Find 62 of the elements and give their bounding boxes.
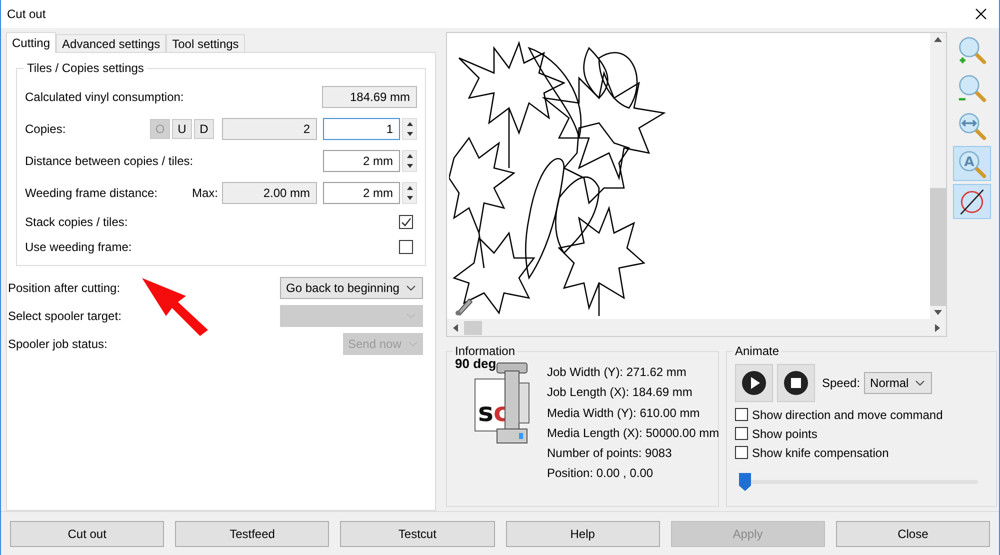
caret-icon — [406, 285, 416, 291]
tab[interactable]: Cutting — [6, 32, 56, 53]
group-title: Information — [453, 344, 518, 358]
preview-canvas[interactable] — [446, 32, 947, 337]
checkbox[interactable] — [735, 446, 748, 459]
readonly-field: 2.00 mm — [222, 182, 317, 204]
spin-buttons[interactable] — [402, 118, 417, 140]
stop-button[interactable] — [777, 364, 815, 402]
option-label: Use weeding frame: — [25, 240, 133, 254]
spin-buttons[interactable] — [402, 182, 417, 204]
crossed-circle-button[interactable] — [953, 184, 991, 219]
info-text: Position: 0.00 , 0.00 — [547, 465, 654, 482]
group-title: Tiles / Copies settings — [24, 61, 147, 75]
dialog-button[interactable]: Testcut — [340, 520, 495, 546]
caret-icon — [915, 380, 926, 386]
readonly-field: 2 — [222, 118, 317, 140]
spin-buttons[interactable] — [402, 150, 417, 172]
info-text: Media Length (X): 50000.00 mm — [547, 424, 720, 442]
speed-label: Speed: — [822, 376, 860, 390]
checkbox-label: Show points — [752, 426, 818, 440]
dialog-button[interactable]: Testfeed — [175, 520, 330, 546]
checkbox-label: Show direction and move command — [752, 408, 943, 422]
horizontal-scrollbar[interactable] — [447, 319, 946, 336]
angle-label: 90 deg — [455, 356, 498, 371]
close-icon[interactable] — [975, 8, 987, 20]
checkbox[interactable] — [735, 427, 748, 440]
field-label: Calculated vinyl consumption: — [25, 90, 185, 104]
field-label: Copies: — [25, 122, 67, 136]
window-title: Cut out — [7, 7, 46, 21]
copies-input[interactable]: 1 — [323, 118, 400, 140]
dialog-button[interactable]: Close — [836, 520, 990, 546]
info-text: Job Length (X): 184.69 mm — [547, 384, 694, 402]
checkbox[interactable] — [399, 240, 413, 254]
readonly-field: 184.69 mm — [322, 86, 417, 108]
info-text: Job Width (Y): 271.62 mm — [547, 364, 688, 381]
tab[interactable]: Tool settings — [166, 34, 245, 52]
checkbox[interactable] — [399, 214, 413, 228]
speed-dropdown[interactable]: Normal — [864, 372, 932, 394]
copy-mode-button[interactable]: U — [172, 119, 192, 139]
dialog-button[interactable]: Help — [506, 520, 660, 546]
play-button[interactable] — [735, 364, 773, 402]
info-text: Media Width (Y): 610.00 mm — [547, 404, 701, 422]
distance-input[interactable]: 2 mm — [323, 150, 400, 172]
option-label: Stack copies / tiles: — [25, 214, 129, 228]
field-label: Weeding frame distance: — [25, 186, 159, 200]
tab[interactable]: Advanced settings — [56, 34, 166, 52]
field-label: Spooler job status: — [8, 337, 108, 351]
vertical-scrollbar[interactable] — [930, 33, 946, 319]
speed-slider[interactable] — [739, 472, 978, 492]
weeding-distance-input[interactable]: 2 mm — [323, 182, 400, 204]
field-label: Select spooler target: — [8, 309, 122, 323]
checkbox-label: Show knife compensation — [752, 446, 889, 460]
copy-mode-button[interactable]: D — [194, 119, 214, 139]
dropdown[interactable]: Go back to beginning — [280, 277, 423, 299]
info-text: Number of points: 9083 — [547, 445, 673, 462]
field-label: Distance between copies / tiles: — [25, 154, 194, 168]
field-label: Position after cutting: — [8, 281, 122, 295]
dialog-button[interactable]: Cut out — [10, 520, 164, 546]
slider-thumb[interactable] — [739, 473, 751, 491]
max-label: Max: — [192, 186, 218, 200]
checkbox[interactable] — [735, 408, 748, 421]
group-title: Animate — [733, 344, 782, 358]
